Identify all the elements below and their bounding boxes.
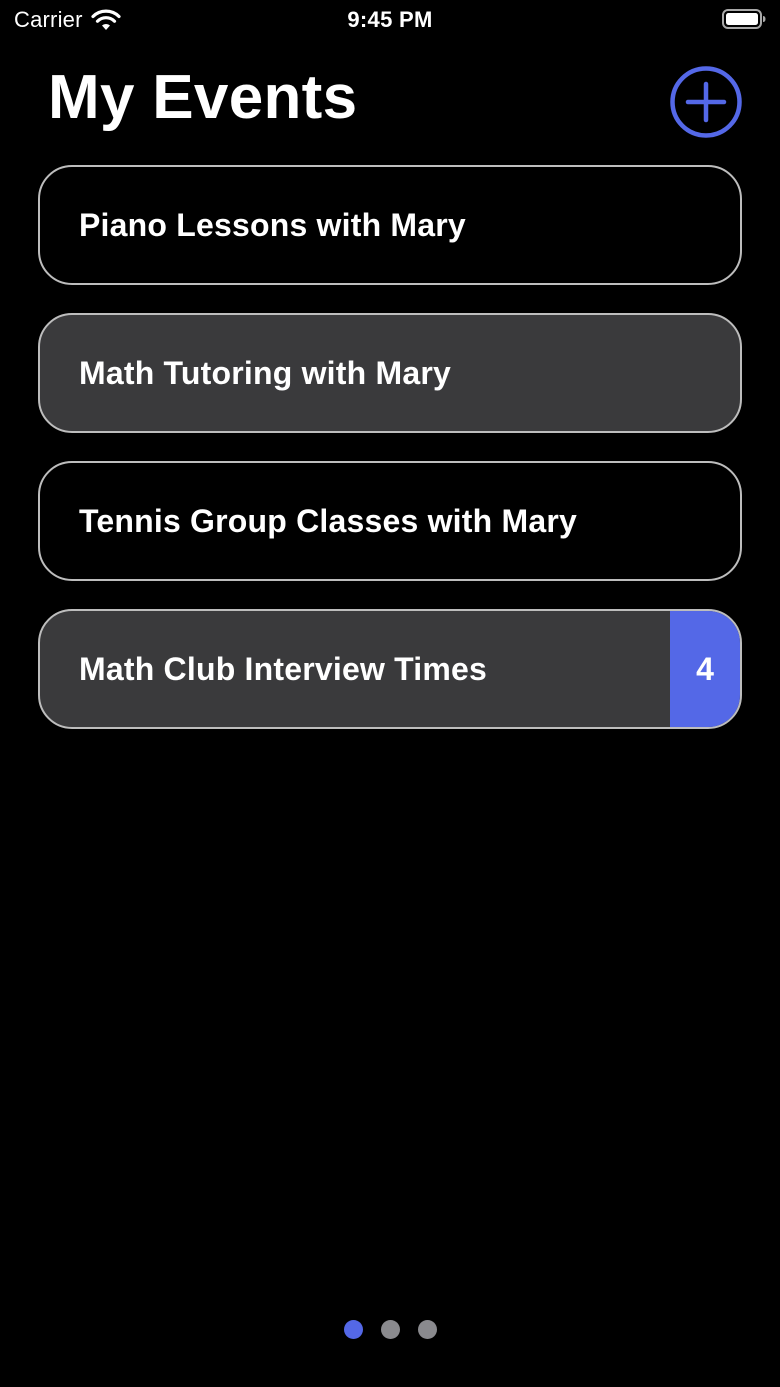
event-title: Piano Lessons with Mary xyxy=(79,207,466,243)
event-card[interactable]: Math Club Interview Times 4 xyxy=(38,609,742,729)
page-dot[interactable] xyxy=(343,1320,363,1339)
page-dot[interactable] xyxy=(380,1320,400,1339)
status-time: 9:45 PM xyxy=(347,7,433,32)
event-count-badge: 4 xyxy=(670,611,740,727)
page-title: My Events xyxy=(48,63,358,132)
page-dot[interactable] xyxy=(417,1320,437,1339)
battery-icon xyxy=(722,9,766,29)
status-bar: Carrier 9:45 PM xyxy=(0,0,780,40)
event-list: Piano Lessons with Mary Math Tutoring wi… xyxy=(38,165,742,757)
event-card[interactable]: Piano Lessons with Mary xyxy=(38,165,742,285)
event-title: Math Club Interview Times xyxy=(79,651,488,687)
add-event-button[interactable] xyxy=(669,65,743,139)
plus-circle-icon xyxy=(670,66,742,138)
event-title: Math Tutoring with Mary xyxy=(79,355,451,391)
event-card[interactable]: Tennis Group Classes with Mary xyxy=(38,461,742,581)
page-indicator xyxy=(0,1320,780,1339)
event-title: Tennis Group Classes with Mary xyxy=(79,503,577,539)
event-card[interactable]: Math Tutoring with Mary xyxy=(38,313,742,433)
